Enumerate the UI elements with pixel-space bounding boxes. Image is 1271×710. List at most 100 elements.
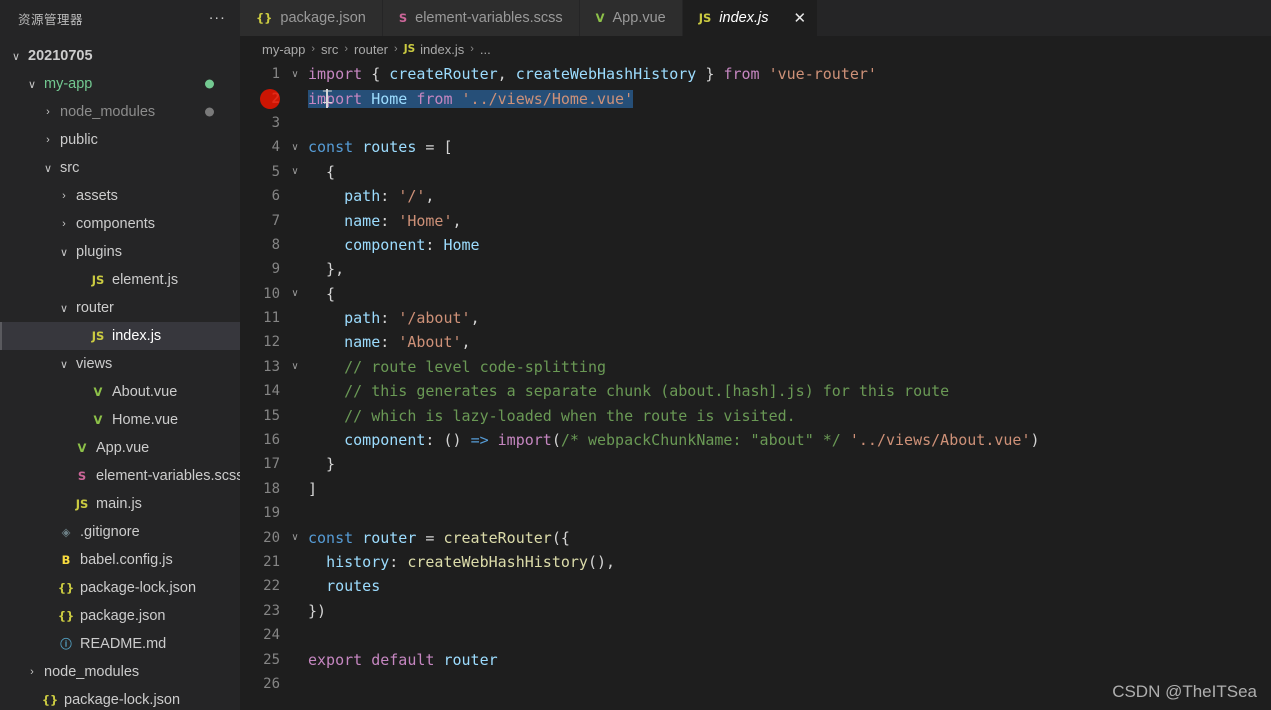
fold-chevron-icon[interactable]: ∨	[286, 532, 304, 543]
tree-item-label: .gitignore	[80, 524, 140, 540]
code-lines[interactable]: 1 ∨ import { createRouter, createWebHashHi…	[240, 62, 1271, 696]
chevron-down-icon[interactable]: ∨	[40, 162, 56, 175]
code-line[interactable]: 23})	[240, 599, 1271, 623]
tree-item-20210705[interactable]: ∨ 20210705	[0, 42, 240, 70]
tree-item-plugins[interactable]: ∨ plugins	[0, 238, 240, 266]
tab-bar[interactable]: {} package.json Selement-variables.scss V Ap…	[240, 0, 1271, 36]
tree-item-label: element-variables.scss	[96, 468, 240, 484]
code-line[interactable]: 1 ∨ import { createRouter, createWebHashHi…	[240, 62, 1271, 86]
fold-chevron-icon[interactable]: ∨	[286, 288, 304, 299]
tree-item-package-lock-json-root[interactable]: ›{}package-lock.json	[0, 686, 240, 710]
tree-item-about-vue[interactable]: ›VAbout.vue	[0, 378, 240, 406]
tree-item-package-json[interactable]: ›{}package.json	[0, 602, 240, 630]
tree-item-label: package-lock.json	[80, 580, 197, 596]
tree-item-node-modules-root[interactable]: › node_modules	[0, 658, 240, 686]
breakpoint-icon[interactable]	[260, 88, 280, 109]
git-status-dot-icon	[205, 107, 214, 117]
fold-chevron-icon[interactable]: ∨	[286, 361, 304, 372]
code-text: path: '/',	[344, 187, 435, 206]
code-line[interactable]: 3	[240, 111, 1271, 135]
tree-item-readme-md[interactable]: ›ⓘREADME.md	[0, 630, 240, 658]
tree-item-assets[interactable]: › assets	[0, 182, 240, 210]
code-line[interactable]: 21 history: createWebHashHistory(),	[240, 550, 1271, 574]
tree-item-package-lock-json[interactable]: ›{}package-lock.json	[0, 574, 240, 602]
chevron-right-icon[interactable]: ›	[24, 666, 40, 678]
tree-item-label: components	[76, 216, 155, 232]
explorer-title: 资源管理器	[18, 12, 84, 27]
tree-item-label: views	[76, 356, 113, 372]
breadcrumb-part[interactable]: src	[321, 42, 338, 57]
tree-item-gitignore[interactable]: ›◈.gitignore	[0, 518, 240, 546]
code-editor[interactable]: 1 ∨ import { createRouter, createWebHashHi…	[240, 62, 1271, 710]
more-actions-icon[interactable]: ...	[209, 7, 226, 25]
code-line[interactable]: 2import Home from '../views/Home.vue'	[240, 86, 1271, 110]
code-line[interactable]: 12 name: 'About',	[240, 330, 1271, 354]
tree-item-public[interactable]: › public	[0, 126, 240, 154]
code-line[interactable]: 24	[240, 623, 1271, 647]
line-number: 14	[263, 383, 280, 400]
close-icon[interactable]: ✕	[790, 11, 809, 26]
tree-item-components[interactable]: › components	[0, 210, 240, 238]
code-line[interactable]: 17 }	[240, 452, 1271, 476]
tree-item-app-vue[interactable]: ›VApp.vue	[0, 434, 240, 462]
breadcrumb-part[interactable]: index.js	[420, 42, 464, 57]
code-line[interactable]: 19	[240, 501, 1271, 525]
file-type-icon: {}	[57, 609, 75, 623]
tree-item-index-js[interactable]: ›JSindex.js	[0, 322, 240, 350]
code-line[interactable]: 13 ∨ // route level code-splitting	[240, 355, 1271, 379]
tab-index-js[interactable]: JS index.js ✕	[682, 0, 819, 36]
fold-chevron-icon[interactable]: ∨	[286, 69, 304, 80]
tree-item-element-variables-scss[interactable]: ›Selement-variables.scss	[0, 462, 240, 490]
code-line[interactable]: 25 export default router	[240, 647, 1271, 671]
code-line[interactable]: 14 // this generates a separate chunk (a…	[240, 379, 1271, 403]
breadcrumb-part[interactable]: my-app	[262, 42, 305, 57]
file-tree[interactable]: ∨ 20210705 ∨ my-app › node_modules › public ∨ src…	[0, 36, 240, 710]
tree-item-babel-config-js[interactable]: ›Bbabel.config.js	[0, 546, 240, 574]
breadcrumb-part[interactable]: router	[354, 42, 388, 57]
code-line[interactable]: 15 // which is lazy-loaded when the rout…	[240, 403, 1271, 427]
breadcrumb[interactable]: my-app › src › router › JS index.js ›...	[240, 36, 1271, 62]
tree-item-views[interactable]: ∨ views	[0, 350, 240, 378]
chevron-down-icon[interactable]: ∨	[56, 358, 72, 371]
code-text: const routes = [	[308, 138, 453, 157]
chevron-right-icon[interactable]: ›	[40, 134, 56, 146]
tree-item-node-modules[interactable]: › node_modules	[0, 98, 240, 126]
fold-chevron-icon[interactable]: ∨	[286, 166, 304, 177]
chevron-down-icon[interactable]: ∨	[24, 78, 40, 91]
code-line[interactable]: 7 name: 'Home',	[240, 208, 1271, 232]
breadcrumb-part[interactable]: ...	[480, 42, 491, 57]
line-number: 10	[263, 285, 280, 302]
tab-app-vue[interactable]: V App.vue	[579, 0, 683, 36]
tab-element-variables-scss[interactable]: Selement-variables.scss	[382, 0, 580, 36]
code-line[interactable]: 16 component: () => import(/* webpackChu…	[240, 428, 1271, 452]
file-type-icon: JS	[91, 329, 105, 343]
file-type-icon: {}	[41, 693, 59, 707]
tree-item-main-js[interactable]: ›JSmain.js	[0, 490, 240, 518]
tree-item-element-js[interactable]: ›JSelement.js	[0, 266, 240, 294]
tree-item-my-app[interactable]: ∨ my-app	[0, 70, 240, 98]
code-line[interactable]: 18]	[240, 477, 1271, 501]
code-line[interactable]: 22 routes	[240, 574, 1271, 598]
tab-file-type-icon: V	[595, 11, 605, 25]
chevron-right-icon[interactable]: ›	[40, 106, 56, 118]
code-line[interactable]: 11 path: '/about',	[240, 306, 1271, 330]
code-line[interactable]: 20 ∨ const router = createRouter({	[240, 525, 1271, 549]
chevron-down-icon[interactable]: ∨	[56, 246, 72, 259]
fold-chevron-icon[interactable]: ∨	[286, 142, 304, 153]
code-line[interactable]: 8 component: Home	[240, 233, 1271, 257]
tree-item-src[interactable]: ∨ src	[0, 154, 240, 182]
code-line[interactable]: 9 },	[240, 257, 1271, 281]
chevron-down-icon[interactable]: ∨	[56, 302, 72, 315]
line-number: 23	[263, 602, 280, 619]
chevron-down-icon[interactable]: ∨	[8, 50, 24, 63]
tree-item-home-vue[interactable]: ›VHome.vue	[0, 406, 240, 434]
code-line[interactable]: 4 ∨ const routes = [	[240, 135, 1271, 159]
code-line[interactable]: 10 ∨ {	[240, 282, 1271, 306]
file-type-icon: JS	[75, 497, 89, 511]
tab-package-json[interactable]: {} package.json	[240, 0, 383, 36]
chevron-right-icon[interactable]: ›	[56, 190, 72, 202]
chevron-right-icon[interactable]: ›	[56, 218, 72, 230]
code-line[interactable]: 5 ∨ {	[240, 160, 1271, 184]
tree-item-router[interactable]: ∨ router	[0, 294, 240, 322]
code-line[interactable]: 6 path: '/',	[240, 184, 1271, 208]
